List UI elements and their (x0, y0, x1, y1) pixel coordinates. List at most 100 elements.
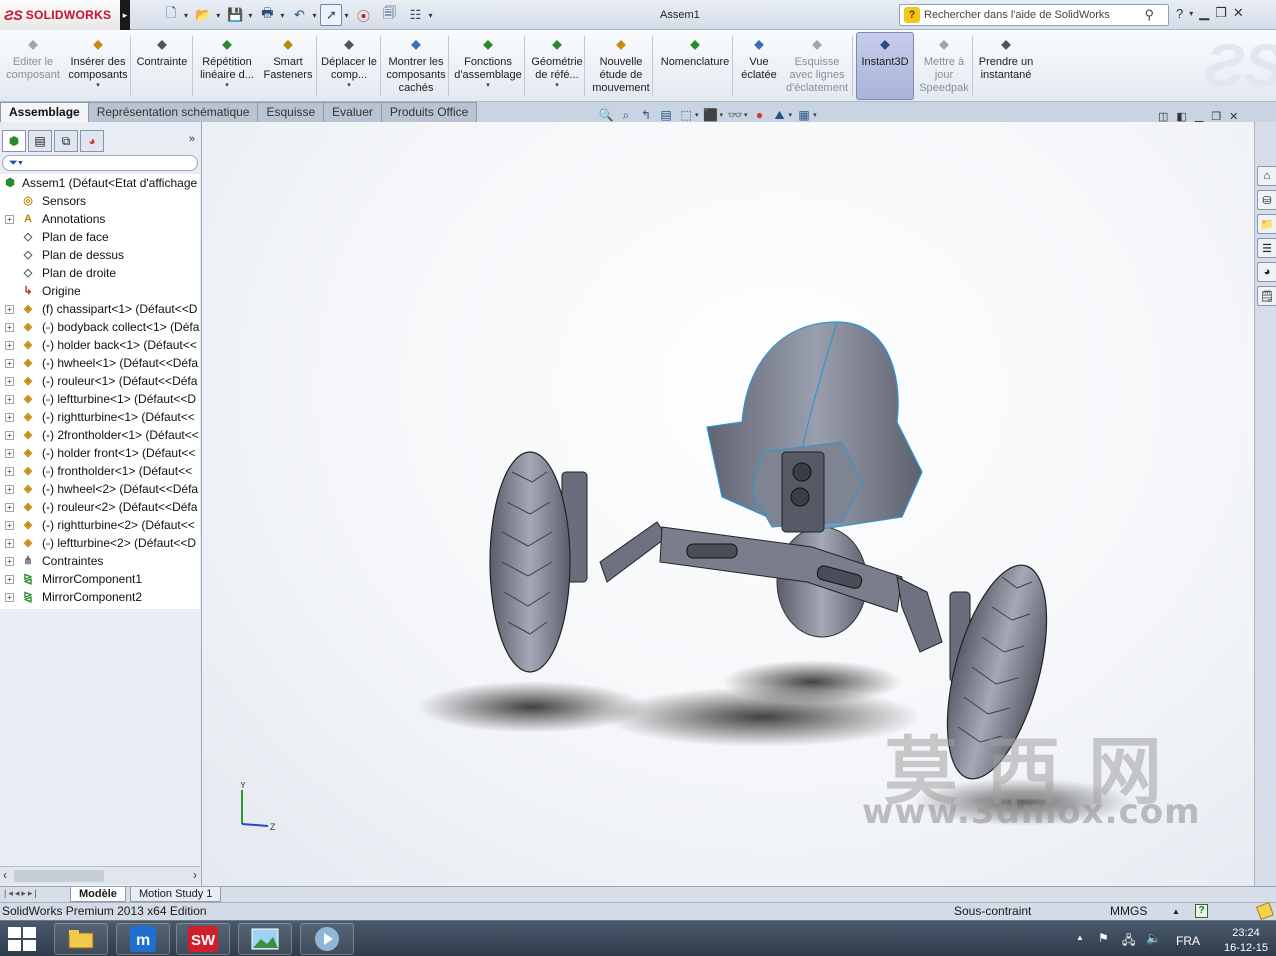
tree-root[interactable]: ⬢ Assem1 (Défaut<Etat d'affichage (0, 174, 200, 192)
ribbon-button-move-component[interactable]: ◆ Déplacer le comp... ▾ (320, 32, 378, 100)
expand-icon[interactable]: + (5, 467, 14, 476)
apply-scene-icon[interactable]: ⛰ (772, 107, 788, 123)
solidworks-menu-button[interactable]: ƧS SOLIDWORKS ▸ (0, 0, 130, 30)
tree-item[interactable]: + ◈ (-) bodyback collect<1> (Défa (0, 318, 200, 336)
tree-item[interactable]: + ◈ (-) holder back<1> (Défaut<< (0, 336, 200, 354)
configuration-manager-tab-icon[interactable]: ⧉ (54, 130, 78, 152)
tree-item[interactable]: + ◈ (-) leftturbine<1> (Défaut<<D (0, 390, 200, 408)
options-icon[interactable]: ☷ (404, 4, 426, 26)
expand-icon[interactable]: + (5, 395, 14, 404)
tree-item[interactable]: + ◈ (-) frontholder<1> (Défaut<< (0, 462, 200, 480)
display-manager-tab-icon[interactable]: ◕ (80, 130, 104, 152)
rebuild-traffic-light-icon[interactable]: ⦿ (352, 4, 374, 26)
graphics-area[interactable]: Y Z 莫西网 www.3dmox.com (202, 122, 1254, 886)
clock[interactable]: 23:24 16-12-15 (1224, 926, 1268, 956)
view-settings-dropdown-icon[interactable]: ▾ (813, 111, 817, 119)
ribbon-button-reference-geometry[interactable]: ◆ Géométrie de réfé... ▾ (528, 32, 586, 100)
tree-item[interactable]: + ⋔ Contraintes (0, 552, 200, 570)
ribbon-button-bom[interactable]: ◆ Nomenclature (656, 32, 734, 100)
network-icon[interactable]: 🖧 (1122, 931, 1135, 952)
dynamic-annotation-icon[interactable]: ⬚ (678, 107, 694, 123)
view-orientation-dropdown-icon[interactable]: ▾ (695, 111, 699, 119)
tree-item[interactable]: + ◈ (f) chassipart<1> (Défaut<<D (0, 300, 200, 318)
select-pointer-icon[interactable]: ➚ (320, 4, 343, 26)
restore-icon[interactable]: ❐ (1215, 5, 1227, 21)
tree-item[interactable]: + ◈ (-) rouleur<1> (Défaut<<Défa (0, 372, 200, 390)
tree-item[interactable]: + ◈ (-) hwheel<2> (Défaut<<Défa (0, 480, 200, 498)
expand-icon[interactable]: + (5, 377, 14, 386)
ribbon-button-mate[interactable]: ◆ Contrainte (134, 32, 190, 100)
search-icon[interactable]: ⚲ (1144, 7, 1154, 23)
quick-tips-icon[interactable]: ? (1195, 904, 1208, 918)
zoom-to-fit-icon[interactable]: 🔍 (598, 107, 614, 123)
file-explorer-tab-icon[interactable]: 📁 (1257, 214, 1276, 234)
tree-item[interactable]: + A Annotations (0, 210, 200, 228)
expand-icon[interactable]: + (5, 305, 14, 314)
scrollbar-thumb[interactable] (14, 870, 104, 882)
expand-icon[interactable]: + (5, 521, 14, 530)
tab-motion-study[interactable]: Motion Study 1 (130, 887, 222, 902)
notes-icon[interactable] (1256, 902, 1274, 920)
open-folder-icon[interactable]: 📂 (192, 4, 214, 26)
ribbon-button-assembly-features[interactable]: ◆ Fonctions d'assemblage ▾ (452, 32, 524, 100)
design-library-icon[interactable]: ⛁ (1257, 190, 1276, 210)
feature-tree-tab-icon[interactable]: ⬢ (2, 130, 26, 152)
file-explorer-icon[interactable] (54, 923, 108, 955)
tree-item[interactable]: + ◈ (-) holder front<1> (Défaut<< (0, 444, 200, 462)
menu-expand-icon[interactable]: ▸ (120, 0, 130, 30)
more-tabs-icon[interactable]: » (189, 133, 195, 145)
action-center-icon[interactable]: ⚑ (1098, 931, 1109, 945)
tab-0[interactable]: Assemblage (0, 102, 89, 122)
new-dropdown-icon[interactable]: ▾ (184, 11, 188, 20)
undo-dropdown-icon[interactable]: ▾ (312, 11, 316, 20)
expand-icon[interactable]: + (5, 557, 14, 566)
ribbon-dropdown-icon[interactable]: ▾ (486, 82, 490, 90)
zoom-to-area-icon[interactable]: ⌕ (618, 107, 634, 123)
display-style-dropdown-icon[interactable]: ▾ (720, 111, 724, 119)
help-icon[interactable]: ? (1176, 6, 1183, 21)
media-player-icon[interactable] (300, 923, 354, 955)
print-icon[interactable]: 🖶 (256, 4, 278, 26)
ribbon-button-smart-fasteners[interactable]: ◆ Smart Fasteners (260, 32, 316, 100)
show-hidden-icons-icon[interactable]: ▲ (1076, 933, 1084, 942)
expand-icon[interactable]: + (5, 215, 14, 224)
expand-icon[interactable]: + (5, 413, 14, 422)
tree-item[interactable]: + ◈ (-) leftturbine<2> (Défaut<<D (0, 534, 200, 552)
section-view-icon[interactable]: ▤ (658, 107, 674, 123)
expand-icon[interactable]: + (5, 431, 14, 440)
hide-show-items-icon[interactable]: 👓 (727, 107, 743, 123)
ribbon-button-motion-study[interactable]: ◆ Nouvelle étude de mouvement (588, 32, 654, 100)
expand-icon[interactable]: + (5, 341, 14, 350)
edit-appearance-icon[interactable]: ● (752, 107, 768, 123)
open-dropdown-icon[interactable]: ▾ (216, 11, 220, 20)
expand-icon[interactable]: + (5, 539, 14, 548)
scroll-right-icon[interactable]: › (193, 868, 197, 882)
tab-3[interactable]: Evaluer (323, 102, 382, 122)
ribbon-button-linear-pattern[interactable]: ◆ Répétition linéaire d... ▾ (196, 32, 258, 100)
tree-item[interactable]: + ⧎ MirrorComponent1 (0, 570, 200, 588)
save-icon[interactable]: 💾 (224, 4, 246, 26)
undo-icon[interactable]: ↶ (288, 4, 310, 26)
solidworks-icon[interactable]: SW (176, 923, 230, 955)
tree-item[interactable]: ◇ Plan de dessus (0, 246, 200, 264)
ribbon-button-show-hidden[interactable]: ◆ Montrer les composants cachés (384, 32, 448, 100)
file-properties-icon[interactable]: 🗐 (378, 4, 400, 26)
view-palette-icon[interactable]: ☰ (1257, 238, 1276, 258)
help-search-input[interactable]: ? Rechercher dans l'aide de SolidWorks ⚲ (899, 4, 1169, 26)
custom-properties-icon[interactable]: 🗒 (1257, 286, 1276, 306)
tab-1[interactable]: Représentation schématique (87, 102, 259, 122)
expand-icon[interactable]: + (5, 449, 14, 458)
expand-icon[interactable]: + (5, 503, 14, 512)
resources-home-icon[interactable]: ⌂ (1257, 166, 1276, 186)
ribbon-button-instant3d[interactable]: ◆ Instant3D (856, 32, 914, 100)
ribbon-dropdown-icon[interactable]: ▾ (225, 82, 229, 90)
tab-4[interactable]: Produits Office (380, 102, 478, 122)
property-manager-tab-icon[interactable]: ▤ (28, 130, 52, 152)
expand-icon[interactable]: + (5, 323, 14, 332)
tree-item[interactable]: ◇ Plan de droite (0, 264, 200, 282)
scene-dropdown-icon[interactable]: ▾ (789, 111, 793, 119)
expand-icon[interactable]: + (5, 359, 14, 368)
expand-icon[interactable]: + (5, 485, 14, 494)
ribbon-button-speedpak[interactable]: ◆ Mettre à jour Speedpak (916, 32, 972, 100)
volume-icon[interactable]: 🔈 (1146, 931, 1161, 945)
